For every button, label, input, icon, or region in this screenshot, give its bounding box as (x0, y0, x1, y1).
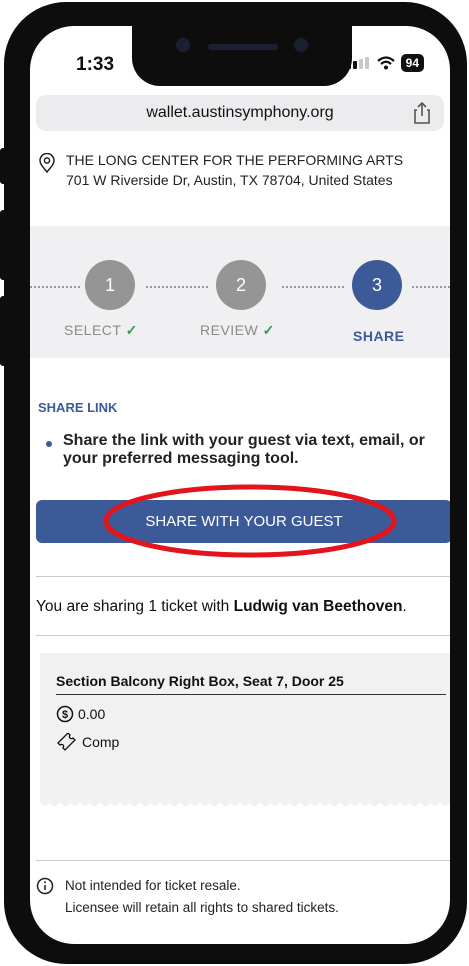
step-3-label: SHARE (353, 328, 405, 344)
resale-note: Not intended for ticket resale. (65, 878, 241, 893)
dollar-icon: $ (56, 705, 74, 723)
ticket-type-row: Comp (56, 733, 119, 751)
share-with-guest-button[interactable]: SHARE WITH YOUR GUEST (36, 500, 450, 543)
step-3-circle: 3 (352, 260, 402, 310)
ticket-card: Section Balcony Right Box, Seat 7, Door … (40, 653, 450, 803)
phone-volume-down-button (0, 296, 8, 366)
phone-side-button (0, 148, 8, 184)
step-1-label: SELECT ✓ (64, 322, 138, 339)
step-1-circle: 1 (85, 260, 135, 310)
ticket-type: Comp (82, 734, 120, 750)
bullet-icon (46, 441, 52, 447)
guest-name: Ludwig van Beethoven (233, 598, 403, 615)
share-instruction: Share the link with your guest via text,… (63, 432, 425, 467)
ticket-price-row: $ 0.00 (56, 705, 105, 723)
step-2-label: REVIEW ✓ (200, 322, 275, 339)
share-link-heading: SHARE LINK (38, 400, 118, 415)
ticket-price: 0.00 (78, 706, 106, 722)
stepper-connector (412, 286, 450, 288)
status-icons: 94 (346, 54, 424, 72)
phone-volume-up-button (0, 210, 8, 280)
divider (36, 576, 450, 577)
battery-icon: 94 (400, 54, 424, 72)
url-text: wallet.austinsymphony.org (146, 104, 334, 121)
divider (36, 635, 450, 636)
sharing-summary: You are sharing 1 ticket with Ludwig van… (36, 598, 407, 616)
ticket-divider (56, 694, 446, 695)
checkmark-icon: ✓ (262, 322, 275, 338)
speaker-grille (208, 44, 278, 50)
sharing-suffix: . (402, 598, 407, 615)
ticket-edge (40, 796, 450, 806)
ticket-seat-info: Section Balcony Right Box, Seat 7, Door … (56, 673, 344, 689)
info-icon (36, 877, 54, 895)
phone-screen: 1:33 94 wallet.austinsymphony.org THE LO… (30, 26, 450, 944)
share-icon[interactable] (412, 102, 432, 124)
progress-stepper: 1 2 3 SELECT ✓ REVIEW ✓ SHARE (30, 226, 450, 358)
camera-icon (176, 38, 190, 52)
location-pin-icon (39, 153, 55, 173)
step-2-circle: 2 (216, 260, 266, 310)
divider (36, 860, 450, 861)
stepper-connector (30, 286, 80, 288)
step-2-label-text: REVIEW (200, 322, 259, 338)
checkmark-icon: ✓ (125, 322, 138, 338)
stepper-connector (146, 286, 208, 288)
status-time: 1:33 (76, 54, 115, 75)
share-button-label: SHARE WITH YOUR GUEST (145, 513, 343, 530)
ticket-icon (57, 733, 76, 751)
venue-name: THE LONG CENTER FOR THE PERFORMING ARTS (66, 152, 404, 168)
step-1-label-text: SELECT (64, 322, 122, 338)
notch (132, 26, 352, 86)
stepper-connector (282, 286, 344, 288)
svg-text:$: $ (62, 709, 68, 721)
address-bar[interactable]: wallet.austinsymphony.org (36, 95, 444, 131)
venue-address: 701 W Riverside Dr, Austin, TX 78704, Un… (66, 172, 393, 188)
wifi-icon (376, 56, 395, 70)
rights-note: Licensee will retain all rights to share… (65, 900, 339, 915)
sensor-icon (294, 38, 308, 52)
sharing-prefix: You are sharing 1 ticket with (36, 598, 234, 615)
